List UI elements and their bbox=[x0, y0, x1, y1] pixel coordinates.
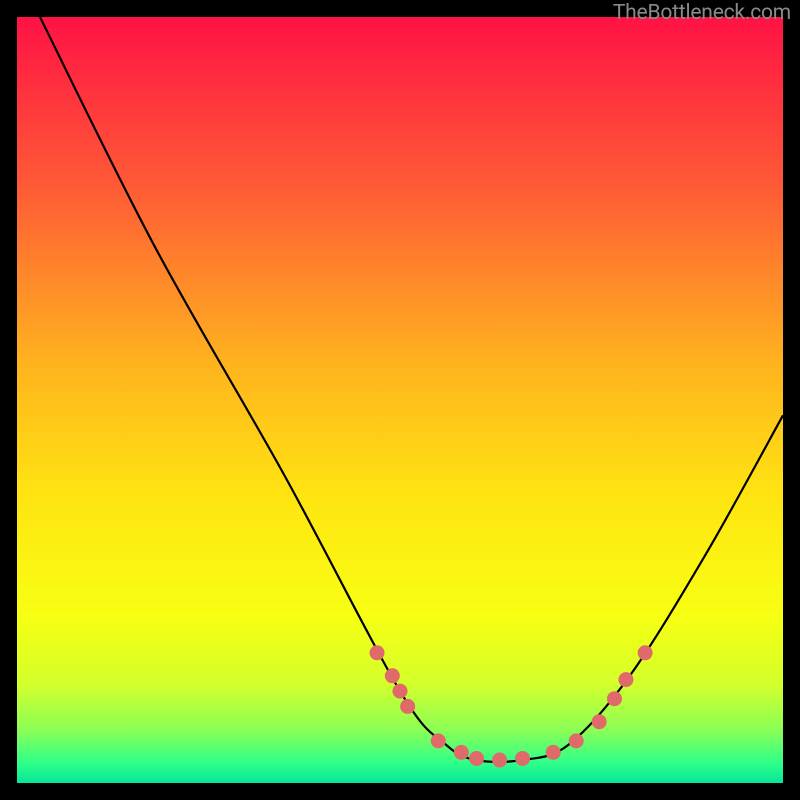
data-marker bbox=[592, 714, 607, 729]
data-marker bbox=[607, 691, 622, 706]
data-marker bbox=[385, 668, 400, 683]
chart-svg bbox=[17, 17, 783, 783]
data-marker bbox=[469, 751, 484, 766]
plot-area bbox=[17, 17, 783, 783]
data-marker bbox=[454, 745, 469, 760]
data-marker bbox=[618, 672, 633, 687]
data-marker bbox=[546, 745, 561, 760]
data-marker bbox=[638, 645, 653, 660]
data-marker bbox=[400, 699, 415, 714]
data-marker bbox=[515, 751, 530, 766]
data-marker bbox=[431, 733, 446, 748]
data-marker bbox=[492, 753, 507, 768]
data-marker bbox=[393, 684, 408, 699]
chart-background bbox=[17, 17, 783, 783]
data-marker bbox=[370, 645, 385, 660]
chart-frame: TheBottleneck.com bbox=[0, 0, 800, 800]
data-marker bbox=[569, 733, 584, 748]
